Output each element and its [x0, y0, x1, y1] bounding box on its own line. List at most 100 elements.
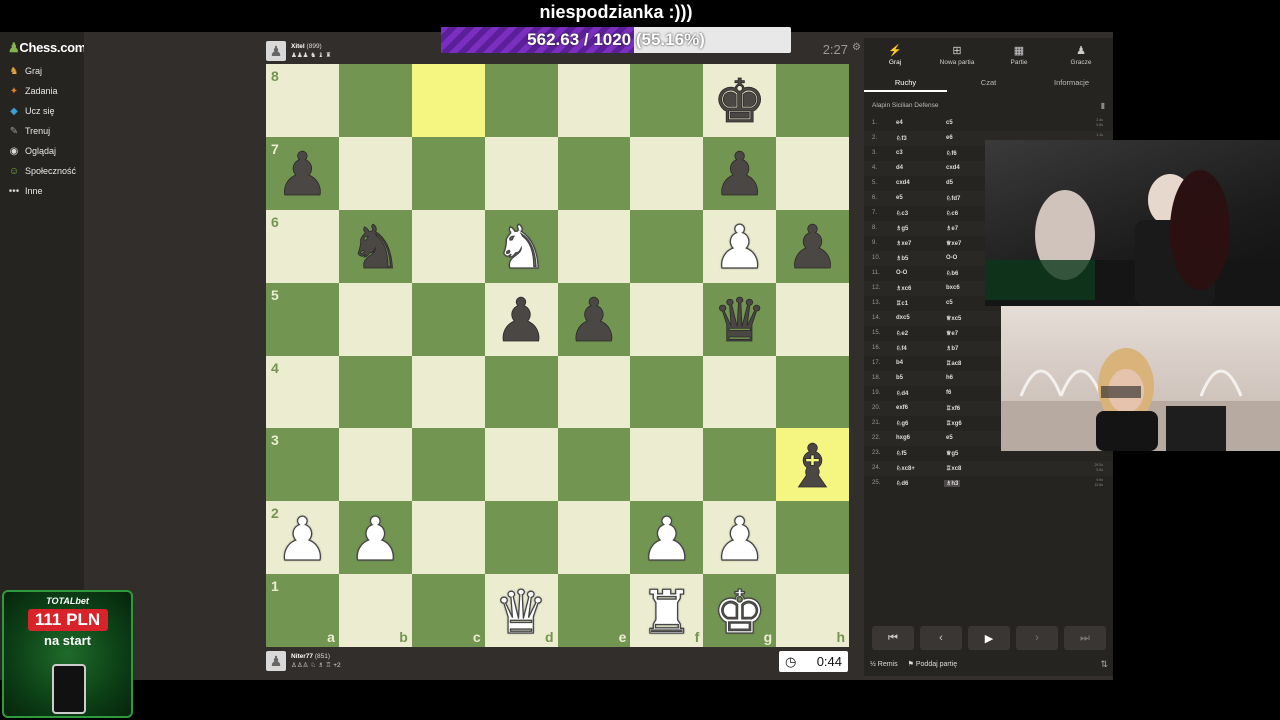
square-c8[interactable]	[411, 64, 485, 137]
first-move-button[interactable]: ⏮	[872, 626, 914, 650]
square-b8[interactable]	[338, 64, 412, 137]
chesscom-logo[interactable]: ♟Chess.com	[8, 40, 86, 56]
white-piece-f2[interactable]: ♟	[630, 501, 703, 574]
white-move[interactable]: ♘g6	[896, 420, 908, 427]
top-player-name[interactable]: Xitel	[291, 43, 305, 50]
square-e2[interactable]	[557, 501, 631, 575]
white-move[interactable]: exf6	[896, 405, 908, 411]
white-move[interactable]: ♗g5	[896, 225, 908, 232]
square-a4[interactable]: 4	[266, 355, 339, 429]
square-d5[interactable]: ♟	[484, 282, 558, 356]
black-move[interactable]: d5	[946, 180, 953, 186]
black-move[interactable]: ♖ac8	[946, 360, 961, 367]
square-h1[interactable]: h	[776, 574, 850, 648]
square-g3[interactable]	[703, 428, 777, 502]
square-f3[interactable]	[630, 428, 704, 502]
black-move[interactable]: ♖xf6	[946, 405, 960, 412]
panel-tab-3[interactable]: ♟ Gracze	[1050, 44, 1112, 70]
square-f1[interactable]: f ♜	[630, 574, 704, 648]
black-move[interactable]: f6	[946, 390, 951, 396]
sidebar-item-4[interactable]: ◉ Oglądaj	[8, 142, 84, 160]
black-move[interactable]: O-O	[946, 255, 957, 261]
square-f2[interactable]: ♟	[630, 501, 704, 575]
square-e1[interactable]: e	[557, 574, 631, 648]
sidebar-item-0[interactable]: ♞ Graj	[8, 62, 84, 80]
square-c4[interactable]	[411, 355, 485, 429]
white-move[interactable]: ♖c1	[896, 300, 908, 307]
white-piece-d6[interactable]: ♞	[485, 210, 558, 283]
square-h6[interactable]: ♟	[776, 209, 850, 283]
prev-move-button[interactable]: ‹	[920, 626, 962, 650]
white-move[interactable]: ♗b5	[896, 255, 908, 262]
square-d4[interactable]	[484, 355, 558, 429]
square-c7[interactable]	[411, 136, 485, 210]
black-piece-h6[interactable]: ♟	[776, 210, 849, 283]
draw-button[interactable]: ½ Remis	[870, 661, 898, 668]
square-f4[interactable]	[630, 355, 704, 429]
white-piece-a2[interactable]: ♟	[266, 501, 339, 574]
play-button[interactable]: ▶	[968, 626, 1010, 650]
square-e3[interactable]	[557, 428, 631, 502]
black-move[interactable]: e5	[946, 435, 953, 441]
square-f7[interactable]	[630, 136, 704, 210]
square-b3[interactable]	[338, 428, 412, 502]
black-move[interactable]: ♘b6	[946, 270, 958, 277]
white-move[interactable]: e4	[896, 120, 903, 126]
square-e6[interactable]	[557, 209, 631, 283]
black-move[interactable]: ♗e7	[946, 225, 958, 232]
square-h3[interactable]: ♝	[776, 428, 850, 502]
next-move-button[interactable]: ›	[1016, 626, 1058, 650]
square-g7[interactable]: ♟	[703, 136, 777, 210]
black-move[interactable]: bxc6	[946, 285, 960, 291]
square-f8[interactable]	[630, 64, 704, 137]
black-move[interactable]: ♖xc8	[946, 465, 961, 472]
square-d2[interactable]	[484, 501, 558, 575]
subtab-2[interactable]: Informacje	[1030, 78, 1113, 87]
resign-button[interactable]: ⚑ Poddaj partię	[908, 660, 958, 668]
black-move[interactable]: h6	[946, 375, 953, 381]
square-b4[interactable]	[338, 355, 412, 429]
sidebar-item-1[interactable]: ✦ Zadania	[8, 82, 84, 100]
white-move[interactable]: O-O	[896, 270, 907, 276]
square-c5[interactable]	[411, 282, 485, 356]
square-e7[interactable]	[557, 136, 631, 210]
white-move[interactable]: ♗xe7	[896, 240, 911, 247]
white-move[interactable]: c3	[896, 150, 903, 156]
black-move[interactable]: ♕g5	[946, 450, 958, 457]
black-move[interactable]: ♕e7	[946, 330, 958, 337]
square-a2[interactable]: 2 ♟	[266, 501, 339, 575]
sidebar-item-6[interactable]: ••• Inne	[8, 182, 84, 200]
chess-board[interactable]: 8 ♚ 7 ♟ ♟ 6 ♞ ♞ ♟ ♟ 5 ♟ ♟ ♛ 4 3 ♝ 2 ♟ ♟ ♟ ♟ 1 a b c d ♛ e f ♜ g ♚ h	[266, 64, 850, 648]
square-a1[interactable]: 1a	[266, 574, 339, 648]
square-g6[interactable]: ♟	[703, 209, 777, 283]
square-f5[interactable]	[630, 282, 704, 356]
square-b1[interactable]: b	[338, 574, 412, 648]
black-piece-g5[interactable]: ♛	[703, 283, 776, 356]
white-move[interactable]: e5	[896, 195, 903, 201]
black-piece-a7[interactable]: ♟	[266, 137, 339, 210]
flip-board-icon[interactable]: ⇅	[1100, 659, 1108, 670]
white-move[interactable]: cxd4	[896, 180, 910, 186]
white-move[interactable]: ♘d6	[896, 480, 908, 487]
black-move[interactable]: ♗h3	[944, 480, 961, 487]
square-c2[interactable]	[411, 501, 485, 575]
black-move[interactable]: ♘fd7	[946, 195, 960, 202]
bottom-player-avatar[interactable]: ♟	[266, 651, 286, 671]
white-move[interactable]: b4	[896, 360, 903, 366]
square-a6[interactable]: 6	[266, 209, 339, 283]
sidebar-item-2[interactable]: ◆ Ucz się	[8, 102, 84, 120]
square-g4[interactable]	[703, 355, 777, 429]
square-h5[interactable]	[776, 282, 850, 356]
black-move[interactable]: ♕xc5	[946, 315, 961, 322]
gear-icon[interactable]: ⚙	[852, 42, 861, 53]
last-move-button[interactable]: ⏭	[1064, 626, 1106, 650]
square-f6[interactable]	[630, 209, 704, 283]
bottom-player-name[interactable]: Niter77	[291, 653, 313, 660]
white-piece-g2[interactable]: ♟	[703, 501, 776, 574]
white-move[interactable]: ♘f5	[896, 450, 907, 457]
square-d1[interactable]: d ♛	[484, 574, 558, 648]
square-d8[interactable]	[484, 64, 558, 137]
opening-name[interactable]: Alapin Sicilian Defense	[872, 102, 938, 109]
square-h4[interactable]	[776, 355, 850, 429]
square-b7[interactable]	[338, 136, 412, 210]
